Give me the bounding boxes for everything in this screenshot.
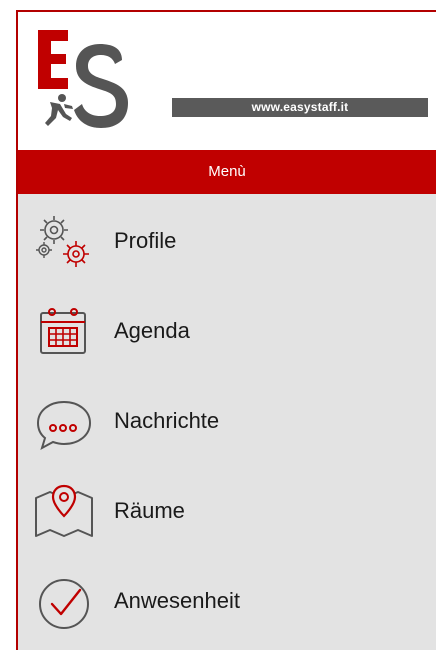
checkmark-circle-icon [39,579,89,629]
menu-item-attendance[interactable]: Anwesenheit [18,554,436,644]
menu-item-label: Anwesenheit [114,588,240,613]
app-header: www.easystaff.it [18,12,436,150]
menu-item-label: Profile [114,228,177,253]
gears-icon [36,216,89,267]
easystaff-logo [38,30,128,128]
running-person-logo-icon [45,94,73,126]
menu-item-label: Räume [114,498,185,523]
app-frame: www.easystaff.it Menù Profile Agenda Nac… [16,10,436,650]
calendar-icon [40,308,86,354]
website-url-banner: www.easystaff.it [172,98,428,117]
menu-list: Profile Agenda Nachrichte Räume Anwesenh… [18,194,436,644]
menu-item-label: Agenda [114,318,190,343]
chat-bubble-icon [36,400,92,451]
menu-item-agenda[interactable]: Agenda [18,284,436,374]
map-pin-icon [35,484,93,537]
menu-header-bar: Menù [18,150,436,194]
menu-item-label: Nachrichte [114,408,220,433]
menu-item-messages[interactable]: Nachrichte [18,374,436,464]
menu-item-profile[interactable]: Profile [18,194,436,284]
menu-item-rooms[interactable]: Räume [18,464,436,554]
